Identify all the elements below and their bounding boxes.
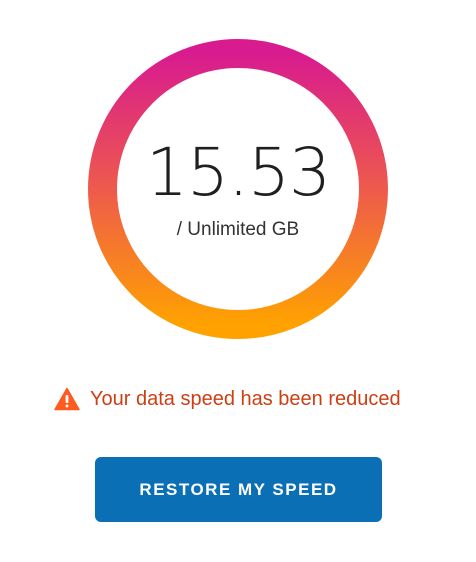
speed-reduced-alert: Your data speed has been reduced	[54, 385, 401, 413]
data-usage-gauge: 15.53 / Unlimited GB	[88, 39, 388, 339]
warning-triangle-icon	[54, 387, 80, 411]
data-limit-label: / Unlimited GB	[176, 219, 300, 240]
restore-speed-button[interactable]: RESTORE MY SPEED	[95, 457, 382, 522]
data-used-value: 15.53	[146, 134, 331, 211]
speed-reduced-message: Your data speed has been reduced	[90, 387, 401, 410]
